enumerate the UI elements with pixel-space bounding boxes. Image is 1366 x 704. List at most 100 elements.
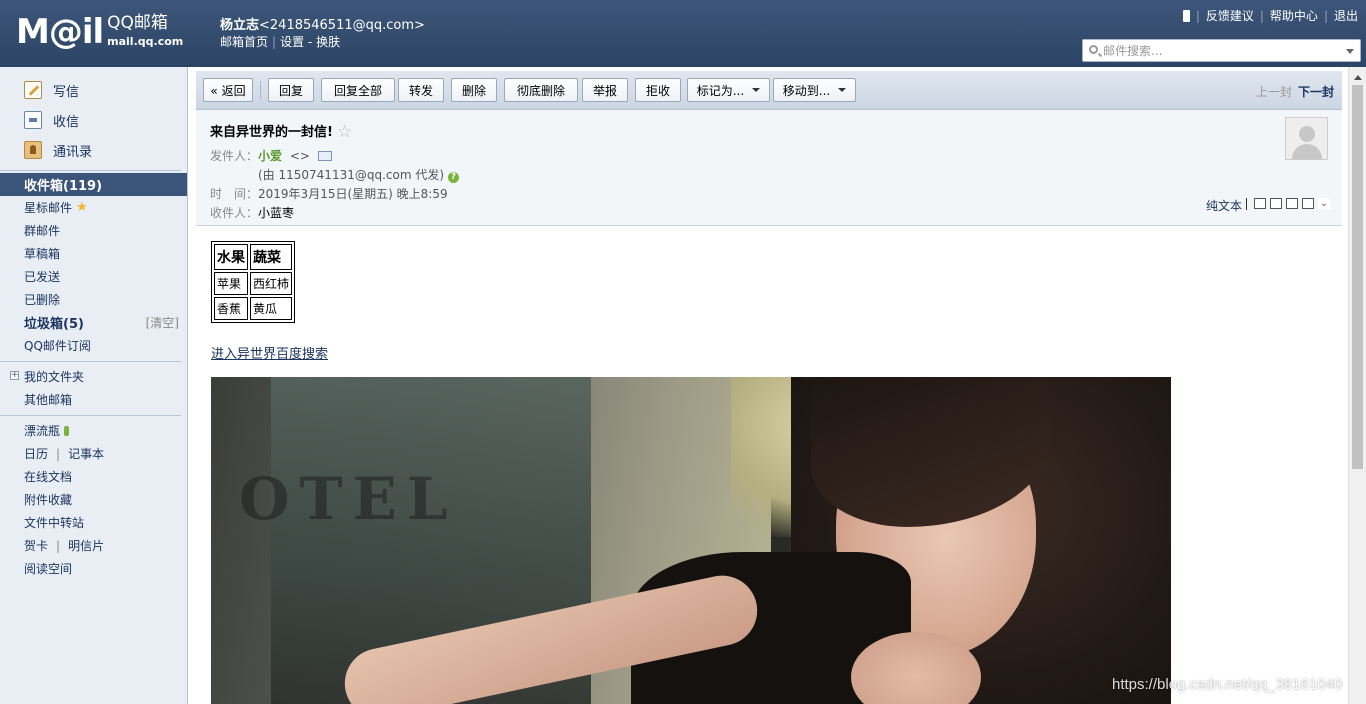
mobile-phone-icon[interactable]: [1182, 9, 1190, 22]
page-scrollbar[interactable]: [1348, 67, 1366, 704]
recipient-name[interactable]: 小蓝枣: [258, 206, 294, 220]
user-name: 杨立志: [220, 18, 260, 33]
folder-inbox[interactable]: 收件箱(119): [0, 173, 187, 196]
memo-icon[interactable]: [1270, 198, 1282, 209]
attachments-link[interactable]: 附件收藏: [0, 488, 187, 511]
scroll-up-icon[interactable]: [1354, 75, 1362, 80]
mail-subject: 来自异世界的一封信! ☆: [210, 121, 352, 142]
forward-button[interactable]: 转发: [398, 78, 444, 102]
folder-subscriptions[interactable]: QQ邮件订阅: [0, 334, 187, 357]
baidu-search-link[interactable]: 进入异世界百度搜索: [211, 343, 328, 362]
clear-spam-link[interactable]: [清空]: [146, 314, 179, 331]
delete-permanently-button[interactable]: 彻底删除: [504, 78, 578, 102]
file-transfer-link[interactable]: 文件中转站: [0, 511, 187, 534]
logo-domain-text: mail.qq.com: [107, 35, 184, 48]
postcard-link[interactable]: 明信片: [68, 537, 104, 554]
mail-body: 水果 蔬菜 苹果 西红柿 香蕉 黄瓜 进入异世界百度搜索 OTEL: [196, 226, 1342, 704]
contact-card-icon[interactable]: [317, 151, 332, 161]
calendar-link[interactable]: 日历: [24, 445, 48, 462]
drift-bottle-link[interactable]: 漂流瓶: [0, 419, 187, 442]
delete-button[interactable]: 删除: [451, 78, 497, 102]
bottle-icon: [64, 425, 70, 436]
qq-mail-logo[interactable]: M@il QQ邮箱 mail.qq.com: [16, 12, 183, 52]
back-button[interactable]: « 返回: [203, 78, 253, 102]
folder-drafts[interactable]: 草稿箱: [0, 242, 187, 265]
question-help-icon[interactable]: ?: [448, 172, 460, 183]
time-row: 时 间：2019年3月15日(星期五) 晚上8:59: [210, 185, 448, 202]
new-window-icon[interactable]: [1254, 198, 1266, 209]
sender-name[interactable]: 小爱: [258, 149, 282, 163]
folder-deleted[interactable]: 已删除: [0, 288, 187, 311]
calendar-notebook-row: 日历 | 记事本: [24, 445, 105, 462]
left-sidebar: 写信 收信 通讯录 收件箱(119) 星标邮件 ★ 群邮件 草稿箱 已发送 已删除…: [0, 67, 188, 704]
mark-as-label: 标记为...: [696, 83, 745, 98]
inbox-icon: [24, 111, 42, 129]
print-icon[interactable]: [1302, 198, 1314, 209]
reject-button[interactable]: 拒收: [635, 78, 681, 102]
logo-qq-text: QQ邮箱: [107, 13, 168, 33]
subject-text: 来自异世界的一封信!: [210, 125, 333, 140]
table-row: 苹果 西红柿: [214, 272, 293, 295]
reading-space-link[interactable]: 阅读空间: [0, 557, 187, 580]
file-transfer-label: 文件中转站: [24, 516, 85, 530]
write-mail-button[interactable]: 写信: [0, 75, 187, 105]
star-outline-icon[interactable]: ☆: [337, 122, 352, 142]
sender-address: <>: [289, 149, 310, 163]
feedback-link[interactable]: 反馈建议: [1206, 7, 1254, 24]
logout-link[interactable]: 退出: [1334, 7, 1358, 24]
table-cell: 黄瓜: [250, 297, 293, 320]
download-icon[interactable]: [1286, 198, 1298, 209]
contacts-label: 通讯录: [53, 144, 93, 160]
reply-button[interactable]: 回复: [268, 78, 314, 102]
scroll-thumb[interactable]: [1352, 85, 1363, 469]
pencil-icon: [24, 81, 42, 99]
receive-mail-button[interactable]: 收信: [0, 105, 187, 135]
move-to-label: 移动到...: [782, 83, 831, 98]
change-skin-link[interactable]: 换肤: [316, 35, 340, 49]
star-icon: ★: [76, 200, 88, 215]
user-email: <2418546511@qq.com>: [259, 18, 425, 33]
time-value: 2019年3月15日(星期五) 晚上8:59: [258, 187, 448, 201]
table-cell: 苹果: [214, 272, 248, 295]
folder-spam[interactable]: 垃圾箱(5) [清空]: [0, 311, 187, 334]
online-docs-label: 在线文档: [24, 470, 73, 484]
notebook-link[interactable]: 记事本: [68, 445, 104, 462]
greeting-card-link[interactable]: 贺卡: [24, 537, 48, 554]
to-label: 收件人：: [210, 206, 259, 220]
top-header: M@il QQ邮箱 mail.qq.com 杨立志<2418546511@qq.…: [0, 0, 1366, 67]
folder-deleted-label: 已删除: [24, 293, 61, 307]
folder-starred[interactable]: 星标邮件 ★: [0, 196, 187, 219]
reply-all-button[interactable]: 回复全部: [321, 78, 395, 102]
user-links: 邮箱首页 | 设置 - 换肤: [220, 35, 341, 49]
my-folders-label: 我的文件夹: [24, 370, 85, 384]
mail-reader: « 返回 回复 回复全部 转发 删除 彻底删除 举报 拒收 标记为... 移动到…: [196, 71, 1342, 704]
expand-icon[interactable]: ⌄: [1318, 198, 1330, 209]
sidebar-divider: [0, 170, 181, 171]
photo-hotel-sign: OTEL: [239, 465, 458, 533]
next-mail-link[interactable]: 下一封: [1298, 85, 1334, 99]
top-right-links: | 反馈建议 | 帮助中心 | 退出: [1182, 7, 1358, 24]
folder-group-mail[interactable]: 群邮件: [0, 219, 187, 242]
folder-sent[interactable]: 已发送: [0, 265, 187, 288]
write-mail-label: 写信: [53, 84, 80, 100]
sender-avatar[interactable]: [1285, 117, 1328, 160]
expand-plus-icon[interactable]: +: [10, 371, 19, 380]
contacts-button[interactable]: 通讯录: [0, 135, 187, 165]
mark-as-dropdown[interactable]: 标记为...: [687, 78, 770, 102]
plain-text-link[interactable]: 纯文本: [1206, 197, 1242, 214]
settings-link[interactable]: 设置: [280, 35, 304, 49]
online-docs-link[interactable]: 在线文档: [0, 465, 187, 488]
mail-search-input[interactable]: [1103, 42, 1333, 59]
search-dropdown-icon[interactable]: [1346, 49, 1354, 54]
move-to-dropdown[interactable]: 移动到...: [773, 78, 856, 102]
folder-other-mailboxes[interactable]: 其他邮箱: [0, 388, 187, 411]
report-button[interactable]: 举报: [582, 78, 628, 102]
folder-my-folders[interactable]: + 我的文件夹: [0, 365, 187, 388]
header-tools: ⌄: [1254, 198, 1330, 209]
reading-space-label: 阅读空间: [24, 562, 73, 576]
sender-row: 发件人：小爱 <>: [210, 147, 332, 164]
mailbox-home-link[interactable]: 邮箱首页: [220, 35, 268, 49]
previous-mail-link[interactable]: 上一封: [1256, 85, 1292, 99]
help-center-link[interactable]: 帮助中心: [1270, 7, 1318, 24]
table-header: 水果: [214, 244, 248, 270]
